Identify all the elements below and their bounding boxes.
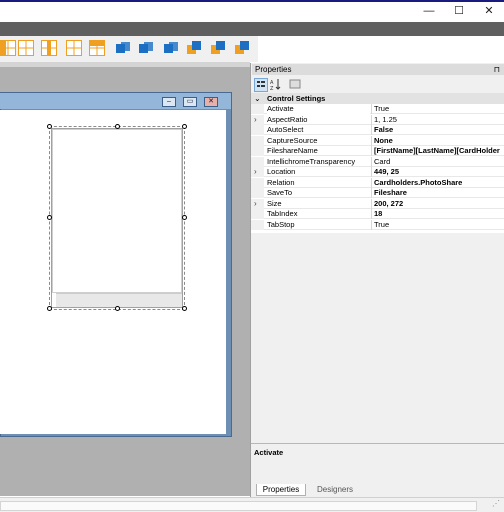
expand-icon[interactable]: › <box>254 115 257 125</box>
connect-icon[interactable] <box>234 40 250 56</box>
align-center-icon[interactable] <box>18 40 34 56</box>
layer-icon[interactable] <box>210 40 226 56</box>
pin-icon[interactable]: ⊓ <box>494 64 500 75</box>
property-row[interactable]: TabStop True <box>251 219 504 230</box>
property-value[interactable]: Cardholders.PhotoShare <box>371 177 504 188</box>
property-name: SaveTo <box>267 188 293 197</box>
collapse-icon[interactable]: ⌄ <box>254 93 261 104</box>
resize-handle-ne[interactable] <box>182 124 187 129</box>
grid-icon[interactable] <box>89 40 105 56</box>
property-name: CaptureSource <box>267 135 318 145</box>
row-gutter <box>251 135 264 146</box>
tab-properties[interactable]: Properties <box>256 484 306 496</box>
property-name: TabStop <box>267 219 295 229</box>
property-row[interactable]: TabIndex 18 <box>251 209 504 219</box>
close-button[interactable]: ✕ <box>476 3 502 19</box>
expand-icon[interactable]: › <box>254 167 257 177</box>
description-pane: Activate <box>251 443 504 483</box>
align-left-icon[interactable] <box>0 40 16 56</box>
property-row[interactable]: SaveTo Fileshare <box>251 188 504 198</box>
row-gutter <box>251 188 264 198</box>
order-icon[interactable] <box>163 40 179 56</box>
row-gutter <box>251 146 264 156</box>
property-name: TabIndex <box>267 209 298 218</box>
minimize-button[interactable]: — <box>416 3 442 19</box>
property-row[interactable]: Relation Cardholders.PhotoShare <box>251 177 504 188</box>
form-maximize-icon[interactable]: ▭ <box>183 97 197 107</box>
row-gutter <box>251 219 264 230</box>
tab-designers[interactable]: Designers <box>310 484 360 496</box>
description-title: Activate <box>254 448 284 457</box>
resize-grip-icon[interactable]: ⋰ <box>492 499 500 508</box>
property-row[interactable]: AutoSelect False <box>251 125 504 135</box>
resize-handle-e[interactable] <box>182 215 187 220</box>
form-minimize-icon[interactable]: – <box>162 97 176 107</box>
property-value[interactable]: 449, 25 <box>371 167 504 177</box>
property-value[interactable]: False <box>371 125 504 135</box>
property-row[interactable]: › Location 449, 25 <box>251 167 504 177</box>
property-name: AspectRatio <box>267 114 308 124</box>
svg-text:Z: Z <box>270 86 274 90</box>
property-grid-empty <box>251 233 504 443</box>
align-middle-icon[interactable] <box>41 40 57 56</box>
property-value[interactable]: [FirstName][LastName][CardHolder <box>371 146 504 156</box>
property-name: Activate <box>267 104 370 114</box>
horizontal-scrollbar[interactable] <box>0 501 477 511</box>
property-row[interactable]: Activate True <box>251 104 504 114</box>
category-label: Control Settings <box>267 94 326 103</box>
property-row[interactable]: › AspectRatio 1, 1.25 <box>251 114 504 125</box>
resize-handle-s[interactable] <box>115 306 120 311</box>
workspace-ruler <box>0 62 250 67</box>
property-value[interactable]: 18 <box>371 209 504 219</box>
send-back-icon[interactable] <box>115 40 131 56</box>
categorized-icon[interactable] <box>254 78 268 92</box>
property-row[interactable]: › Size 200, 272 <box>251 198 504 209</box>
properties-toolbar: AZ <box>251 76 504 93</box>
property-name: Size <box>267 198 282 208</box>
property-row[interactable]: FileshareName [FirstName][LastName][CardH… <box>251 146 504 156</box>
property-value[interactable]: 1, 1.25 <box>371 114 504 125</box>
row-gutter <box>251 156 264 167</box>
property-value[interactable]: True <box>371 219 504 230</box>
row-gutter <box>251 114 264 125</box>
properties-title-bar: Properties ⊓ <box>252 64 504 75</box>
property-value[interactable]: 200, 272 <box>371 198 504 209</box>
property-row[interactable]: IntellichromeTransparency Card <box>251 156 504 167</box>
menu-strip <box>0 22 504 36</box>
property-name: Location <box>267 167 296 176</box>
property-row[interactable]: CaptureSource None <box>251 135 504 146</box>
category-row[interactable]: ⌄ Control Settings <box>251 93 504 104</box>
group-icon[interactable] <box>138 40 154 56</box>
property-pages-icon[interactable] <box>289 78 301 90</box>
selection-outline <box>49 126 185 310</box>
row-gutter <box>251 177 264 188</box>
property-name: FileshareName <box>267 146 318 155</box>
resize-handle-w[interactable] <box>47 215 52 220</box>
property-name: IntellichromeTransparency <box>267 156 356 166</box>
form-close-icon[interactable]: ✕ <box>204 97 218 107</box>
row-gutter <box>251 104 264 114</box>
property-value[interactable]: True <box>371 104 504 114</box>
expand-icon[interactable]: › <box>254 199 257 209</box>
resize-handle-sw[interactable] <box>47 306 52 311</box>
alphabetical-icon[interactable]: AZ <box>270 78 282 92</box>
resize-handle-nw[interactable] <box>47 124 52 129</box>
align-right-icon[interactable] <box>66 40 82 56</box>
properties-title: Properties <box>255 65 292 74</box>
property-value[interactable]: Fileshare <box>371 188 504 198</box>
bring-front-icon[interactable] <box>186 40 202 56</box>
row-gutter <box>251 209 264 219</box>
property-name: AutoSelect <box>267 125 304 134</box>
row-gutter <box>251 125 264 135</box>
resize-handle-se[interactable] <box>182 306 187 311</box>
property-value[interactable]: None <box>371 135 504 146</box>
property-value[interactable]: Card <box>371 156 504 167</box>
maximize-button[interactable]: ☐ <box>446 3 472 19</box>
row-gutter <box>251 167 264 177</box>
resize-handle-n[interactable] <box>115 124 120 129</box>
status-bar: ⋰ <box>0 497 504 512</box>
property-name: Relation <box>267 177 295 187</box>
row-gutter <box>251 198 264 209</box>
